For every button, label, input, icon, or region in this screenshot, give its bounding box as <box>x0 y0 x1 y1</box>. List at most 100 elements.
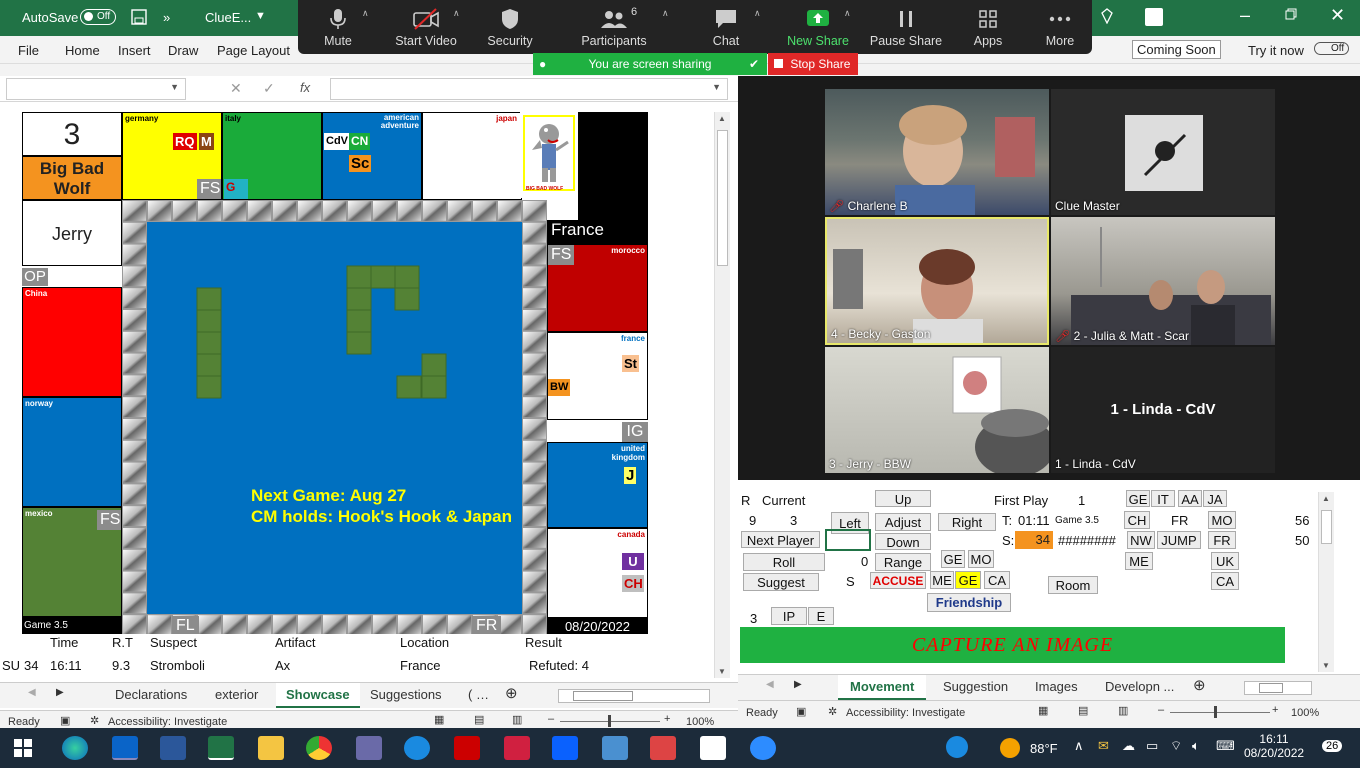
chevron-down-icon[interactable]: ▼ <box>712 82 721 92</box>
grid-mo-button[interactable]: MO <box>1208 511 1236 529</box>
menu-draw[interactable]: Draw <box>168 43 198 58</box>
e-button[interactable]: E <box>808 607 834 625</box>
more-button[interactable]: More <box>1020 0 1100 54</box>
internet-explorer-icon[interactable] <box>404 736 430 760</box>
weather-icon[interactable] <box>1000 738 1020 758</box>
capture-image-button[interactable]: CAPTURE AN IMAGE <box>740 627 1285 663</box>
tab-images[interactable]: Images <box>1035 679 1078 694</box>
menu-page-layout[interactable]: Page Layout <box>217 43 290 58</box>
security-button[interactable]: Security <box>470 0 550 54</box>
italy-pavilion[interactable]: italy G <box>222 112 322 200</box>
add-sheet-icon[interactable]: ⊕ <box>1193 676 1206 694</box>
menu-home[interactable]: Home <box>65 43 100 58</box>
zoom-slider-thumb[interactable] <box>1214 706 1217 718</box>
excel-icon[interactable] <box>208 736 234 760</box>
more-commands-icon[interactable]: » <box>163 10 170 25</box>
page-break-icon[interactable]: ▥ <box>1118 704 1128 717</box>
participant-tile-becky[interactable]: 4 - Becky - Gaston <box>825 217 1049 345</box>
germany-pavilion[interactable]: germany RQ M FS <box>122 112 222 200</box>
restore-icon[interactable] <box>1285 8 1297 20</box>
page-layout-icon[interactable]: ▤ <box>1078 704 1088 717</box>
check-icon[interactable]: ✓ <box>263 80 275 97</box>
filezilla-icon[interactable] <box>454 736 480 760</box>
macro-icon[interactable]: ▣ <box>60 714 70 727</box>
name-box[interactable]: ▼ <box>6 78 186 100</box>
autosave-toggle[interactable]: Off <box>80 9 116 25</box>
me-button[interactable]: ME <box>930 571 954 589</box>
mail-icon[interactable]: ✉ <box>1098 738 1109 754</box>
grid-me-button[interactable]: ME <box>1125 552 1153 570</box>
china-pavilion[interactable]: China <box>22 287 122 397</box>
chrome-icon[interactable] <box>306 736 332 760</box>
quicken-icon[interactable] <box>504 736 530 760</box>
ge-button[interactable]: GE <box>941 550 965 568</box>
vertical-scrollbar-2[interactable]: ▲ ▼ <box>1318 492 1334 672</box>
mute-options-caret[interactable]: ∧ <box>362 8 369 19</box>
accuse-button[interactable]: ACCUSE <box>870 572 926 589</box>
stop-share-button[interactable]: Stop Share <box>768 53 858 75</box>
menu-insert[interactable]: Insert <box>118 43 151 58</box>
wifi-icon[interactable]: ⌔ <box>1170 738 1182 754</box>
range-button[interactable]: Range <box>875 553 931 571</box>
normal-view-icon[interactable]: ▦ <box>434 713 444 726</box>
snipping-icon[interactable] <box>650 736 676 760</box>
accessibility-status[interactable]: Accessibility: Investigate <box>108 716 227 728</box>
chat-options-caret[interactable]: ∧ <box>754 8 761 19</box>
language-icon[interactable]: ⌨ <box>1216 738 1235 754</box>
h-scroll-thumb[interactable] <box>1259 683 1283 693</box>
tab-suggestion[interactable]: Suggestion <box>943 679 1008 694</box>
outlook-icon[interactable] <box>112 736 138 760</box>
normal-view-icon[interactable]: ▦ <box>1038 704 1048 717</box>
h-scroll-thumb[interactable] <box>573 691 633 701</box>
zoom-level[interactable]: 100% <box>1291 707 1319 719</box>
cn-token[interactable]: CN <box>349 133 371 150</box>
word-icon[interactable] <box>160 736 186 760</box>
up-button[interactable]: Up <box>875 490 931 507</box>
sc-token[interactable]: Sc <box>349 155 372 172</box>
participants-button[interactable]: Participants <box>574 0 654 54</box>
grid-ja-button[interactable]: JA <box>1203 490 1227 507</box>
right-button[interactable]: Right <box>938 513 996 531</box>
page-layout-icon[interactable]: ▤ <box>474 713 484 726</box>
dropbox-icon[interactable] <box>552 736 578 760</box>
ge-highlight-button[interactable]: GE <box>955 571 981 589</box>
cancel-icon[interactable]: ✕ <box>230 80 242 97</box>
jump-button[interactable]: JUMP <box>1157 531 1201 549</box>
grid-aa-button[interactable]: AA <box>1178 490 1202 507</box>
scroll-up-icon[interactable]: ▲ <box>1322 494 1330 503</box>
tab-scroll-left-icon[interactable]: ◀ <box>28 687 36 698</box>
grid-ge-button[interactable]: GE <box>1126 490 1150 507</box>
zoom-slider-thumb[interactable] <box>608 715 611 727</box>
scroll-thumb[interactable] <box>717 130 728 266</box>
scroll-down-icon[interactable]: ▼ <box>1322 661 1330 670</box>
grid-uk-button[interactable]: UK <box>1211 552 1239 570</box>
participant-tile-charlene[interactable]: 🎤︎ Charlene B <box>825 89 1049 215</box>
accessibility-icon[interactable]: ✲ <box>828 705 837 718</box>
tab-development[interactable]: Developn ... <box>1105 679 1174 694</box>
u-token[interactable]: U <box>622 553 644 570</box>
grid-ch-button[interactable]: CH <box>1124 511 1150 529</box>
grid-it-button[interactable]: IT <box>1151 490 1175 507</box>
participant-tile-clue-master[interactable]: Clue Master <box>1051 89 1275 215</box>
zoom-in-icon[interactable]: + <box>1272 704 1278 716</box>
adjust-button[interactable]: Adjust <box>875 513 931 531</box>
diamond-icon[interactable] <box>1099 8 1115 24</box>
macro-icon[interactable]: ▣ <box>796 705 806 718</box>
zoom-in-icon[interactable]: + <box>664 713 670 725</box>
scroll-thumb[interactable] <box>1321 510 1332 544</box>
pause-share-button[interactable]: Pause Share <box>866 0 946 54</box>
minimize-icon[interactable]: – <box>1240 5 1250 26</box>
zoom-app-icon[interactable] <box>750 736 776 760</box>
file-explorer-icon[interactable] <box>258 736 284 760</box>
accessibility-icon[interactable]: ✲ <box>90 714 99 727</box>
zoom-level[interactable]: 100% <box>686 716 714 728</box>
mo-button[interactable]: MO <box>968 550 994 568</box>
st-token[interactable]: St <box>622 355 639 372</box>
notification-badge[interactable]: 26 <box>1322 740 1343 752</box>
tab-movement[interactable]: Movement <box>838 675 927 700</box>
ch-token[interactable]: CH <box>622 575 644 592</box>
tab-scroll-left-icon[interactable]: ◀ <box>766 679 774 690</box>
participants-options-caret[interactable]: ∧ <box>662 8 669 19</box>
share-options-caret[interactable]: ∧ <box>844 8 851 19</box>
ca-button[interactable]: CA <box>984 571 1010 589</box>
